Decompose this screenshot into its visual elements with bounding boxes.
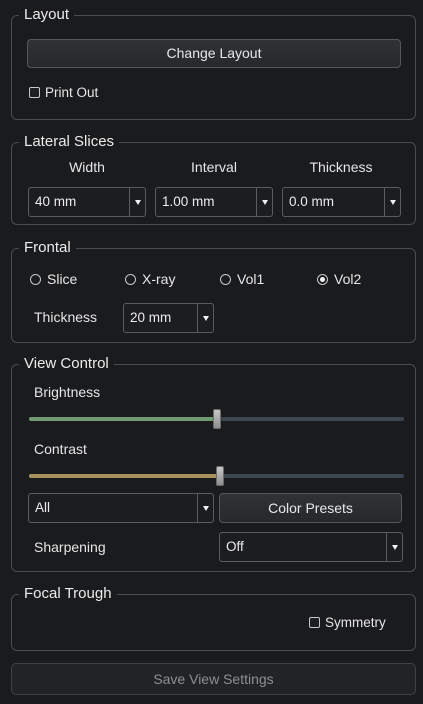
radio-vol1[interactable]: Vol1 [220,271,264,287]
lateral-slices-group: Lateral Slices Width Interval Thickness … [11,132,416,225]
frontal-thickness-label: Thickness [34,309,98,325]
lateral-thickness-value: 0.0 mm [289,194,335,209]
radio-vol2-label: Vol2 [334,271,362,287]
symmetry-box[interactable] [309,617,320,628]
radio-slice[interactable]: Slice [30,271,77,287]
print-out-box[interactable] [29,87,40,98]
change-layout-button[interactable]: Change Layout [27,39,401,68]
focal-trough-title: Focal Trough [19,584,117,604]
sharpening-select[interactable]: Off [219,532,403,562]
lateral-thickness-select[interactable]: 0.0 mm [282,187,401,217]
interval-value: 1.00 mm [162,194,215,209]
chevron-down-icon[interactable] [197,494,213,522]
color-presets-button[interactable]: Color Presets [219,493,402,523]
frontal-thickness-value: 20 mm [130,310,172,325]
view-control-group: View Control Brightness Contrast All Col… [11,354,416,572]
brightness-slider[interactable] [29,409,404,431]
sharpening-value: Off [226,539,244,554]
sharpening-label: Sharpening [34,539,106,555]
print-out-label: Print Out [45,85,99,100]
brightness-thumb[interactable] [212,409,221,429]
radio-slice-label: Slice [47,271,78,287]
radio-vol1-dot[interactable] [220,273,231,285]
channel-value: All [35,500,51,515]
contrast-slider[interactable] [29,466,404,488]
layout-group: Layout Change Layout Print Out [11,5,416,120]
radio-xray-dot[interactable] [125,273,136,285]
contrast-thumb[interactable] [216,466,225,486]
radio-vol1-label: Vol1 [237,271,265,287]
thickness-header: Thickness [309,159,373,175]
color-presets-label: Color Presets [268,500,353,516]
chevron-down-icon[interactable] [386,533,402,561]
channel-select[interactable]: All [28,493,214,523]
change-layout-label: Change Layout [166,45,262,61]
radio-vol2-dot[interactable] [317,273,328,285]
frontal-group: Frontal Slice X-ray Vol1 Vol2 Thickness … [11,238,416,343]
save-view-settings-button[interactable]: Save View Settings [11,663,416,695]
frontal-title: Frontal [19,238,76,258]
radio-xray[interactable]: X-ray [125,271,175,287]
interval-header: Interval [191,159,237,175]
layout-title: Layout [19,5,75,25]
brightness-fill [29,417,217,421]
contrast-fill [29,474,221,478]
interval-select[interactable]: 1.00 mm [155,187,273,217]
radio-slice-dot[interactable] [30,273,41,285]
symmetry-label: Symmetry [325,615,386,630]
width-value: 40 mm [35,194,77,209]
chevron-down-icon[interactable] [384,188,400,216]
width-select[interactable]: 40 mm [28,187,146,217]
save-view-settings-label: Save View Settings [153,671,274,687]
focal-trough-group: Focal Trough Symmetry [11,584,416,651]
lateral-slices-title: Lateral Slices [19,132,120,152]
brightness-label: Brightness [34,384,101,400]
width-header: Width [69,159,105,175]
view-control-title: View Control [19,354,114,374]
contrast-label: Contrast [34,441,87,457]
frontal-thickness-select[interactable]: 20 mm [123,303,214,333]
chevron-down-icon[interactable] [197,304,213,332]
chevron-down-icon[interactable] [256,188,272,216]
radio-vol2[interactable]: Vol2 [317,271,361,287]
chevron-down-icon[interactable] [129,188,145,216]
radio-xray-label: X-ray [142,271,176,287]
print-out-checkbox[interactable]: Print Out [29,85,98,100]
symmetry-checkbox[interactable]: Symmetry [309,615,386,630]
